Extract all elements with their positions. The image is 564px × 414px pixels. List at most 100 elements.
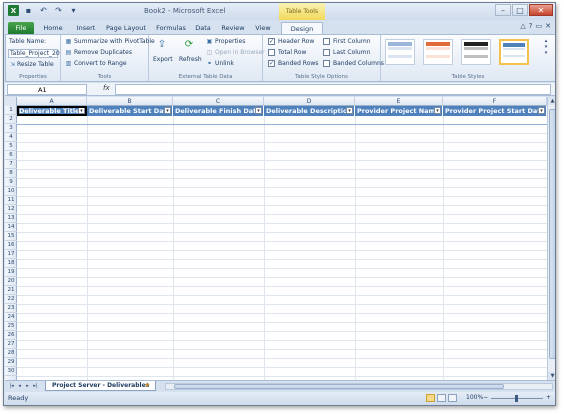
banded-rows-checkbox[interactable]: ✓ (268, 60, 275, 67)
next-sheet-icon[interactable]: ▸ (24, 382, 31, 390)
row-header[interactable]: 13 (5, 214, 17, 223)
first-sheet-icon[interactable]: |◂ (8, 382, 15, 390)
row-header[interactable]: 25 (5, 322, 17, 331)
table-header-cell[interactable]: Deliverable Finish Date ▾ (173, 106, 264, 116)
select-all-corner[interactable] (5, 97, 17, 106)
row-header[interactable]: 24 (5, 313, 17, 322)
zoom-in-icon[interactable]: + (546, 394, 551, 401)
qat-customize-icon[interactable]: ▾ (68, 5, 79, 16)
header-row-checkbox[interactable]: ✓ (268, 38, 275, 45)
tab-insert[interactable]: Insert (72, 22, 100, 34)
row-header[interactable]: 28 (5, 349, 17, 358)
row-header[interactable]: 30 (5, 367, 17, 376)
row-header[interactable]: 9 (5, 178, 17, 187)
row-header[interactable]: 19 (5, 268, 17, 277)
table-style-swatch[interactable] (423, 39, 453, 65)
zoom-slider[interactable] (491, 395, 543, 402)
active-cell[interactable] (17, 106, 87, 116)
insert-sheet-icon[interactable]: ✚ (142, 382, 152, 390)
table-style-swatch[interactable] (461, 39, 491, 65)
table-header-cell[interactable]: Deliverable Start Date ▾ (87, 106, 173, 116)
summarize-pivot-button[interactable]: Summarize with PivotTable (74, 38, 155, 45)
save-icon[interactable]: ▪ (23, 5, 34, 16)
sheet-tab-active[interactable]: Project Server - Deliverables (45, 381, 157, 391)
column-header[interactable]: C (173, 97, 264, 106)
tab-formulas[interactable]: Formulas (154, 22, 188, 34)
export-button[interactable]: Export (153, 56, 173, 63)
table-header-cell[interactable]: Deliverable Description ▾ (264, 106, 355, 116)
undo-icon[interactable]: ↶ (38, 5, 49, 16)
filter-dropdown-icon[interactable]: ▾ (164, 107, 171, 114)
row-header[interactable]: 22 (5, 295, 17, 304)
tab-review[interactable]: Review (218, 22, 248, 34)
maximize-button[interactable]: □ (512, 4, 528, 16)
tab-design[interactable]: Design (281, 22, 323, 34)
table-style-swatch[interactable] (385, 39, 415, 65)
column-header[interactable]: F (443, 97, 547, 106)
prev-sheet-icon[interactable]: ◂ (16, 382, 23, 390)
cell-area[interactable] (17, 106, 547, 380)
filter-dropdown-icon[interactable]: ▾ (538, 107, 545, 114)
redo-icon[interactable]: ↷ (53, 5, 64, 16)
row-header[interactable]: 3 (5, 124, 17, 133)
row-header[interactable]: 4 (5, 133, 17, 142)
row-header[interactable]: 29 (5, 358, 17, 367)
filter-dropdown-icon[interactable]: ▾ (255, 107, 262, 114)
scroll-down-icon[interactable]: ▼ (548, 372, 555, 380)
zoom-level[interactable]: 100% (466, 394, 483, 401)
close-button[interactable]: ✕ (529, 4, 553, 16)
properties-button[interactable]: Properties (215, 38, 245, 45)
table-body-row[interactable] (17, 116, 547, 125)
row-header[interactable]: 16 (5, 241, 17, 250)
tab-data[interactable]: Data (192, 22, 214, 34)
refresh-button[interactable]: Refresh (179, 56, 202, 63)
help-icon[interactable]: ? (529, 22, 533, 30)
horizontal-scrollbar[interactable] (165, 383, 553, 390)
column-header[interactable]: D (264, 97, 355, 106)
zoom-out-icon[interactable]: − (483, 394, 488, 401)
formula-input[interactable] (115, 84, 551, 95)
table-name-field[interactable]: Table_Project_20 (8, 49, 60, 58)
worksheet-grid[interactable]: A B C D E F 1 2 3 4 5 6 7 8 9 10 11 12 13 14 15 16 17 18 1… (5, 97, 547, 380)
row-header[interactable]: 14 (5, 223, 17, 232)
convert-to-range-button[interactable]: Convert to Range (74, 60, 127, 67)
row-header[interactable]: 17 (5, 250, 17, 259)
minimize-button[interactable]: – (495, 4, 511, 16)
row-header[interactable]: 11 (5, 196, 17, 205)
row-header[interactable]: 21 (5, 286, 17, 295)
page-layout-view-button[interactable] (437, 394, 446, 402)
table-style-swatch-selected[interactable] (499, 39, 529, 65)
scroll-up-icon[interactable]: ▲ (548, 97, 555, 105)
row-header[interactable]: 27 (5, 340, 17, 349)
resize-table-button[interactable]: Resize Table (17, 61, 54, 68)
total-row-checkbox[interactable] (268, 49, 275, 56)
remove-duplicates-button[interactable]: Remove Duplicates (74, 49, 132, 56)
banded-columns-checkbox[interactable] (323, 60, 330, 67)
row-header[interactable]: 5 (5, 142, 17, 151)
minimize-ribbon-icon[interactable]: △ (520, 22, 525, 30)
row-header[interactable]: 26 (5, 331, 17, 340)
row-header[interactable]: 20 (5, 277, 17, 286)
normal-view-button[interactable] (426, 394, 435, 402)
table-header-cell[interactable]: Provider Project Name ▾ (355, 106, 443, 116)
row-header[interactable]: 18 (5, 259, 17, 268)
row-header[interactable]: 6 (5, 151, 17, 160)
tab-file[interactable]: File (8, 22, 34, 34)
fx-icon[interactable]: fx (103, 84, 110, 92)
row-header[interactable]: 23 (5, 304, 17, 313)
row-header[interactable]: 10 (5, 187, 17, 196)
row-header[interactable]: 7 (5, 160, 17, 169)
column-header[interactable]: E (355, 97, 443, 106)
last-sheet-icon[interactable]: ▸| (32, 382, 39, 390)
row-header[interactable]: 8 (5, 169, 17, 178)
excel-app-icon[interactable]: X (8, 5, 19, 16)
last-column-checkbox[interactable] (323, 49, 330, 56)
column-header[interactable]: A (17, 97, 87, 106)
row-header[interactable]: 1 (5, 106, 17, 115)
table-header-cell[interactable]: Provider Project Start Date ▾ (443, 106, 547, 116)
column-header[interactable]: B (87, 97, 173, 106)
filter-dropdown-icon[interactable]: ▾ (434, 107, 441, 114)
close-workbook-icon[interactable]: ✕ (545, 22, 551, 30)
name-box[interactable]: A1 (7, 84, 87, 95)
row-header[interactable]: 15 (5, 232, 17, 241)
